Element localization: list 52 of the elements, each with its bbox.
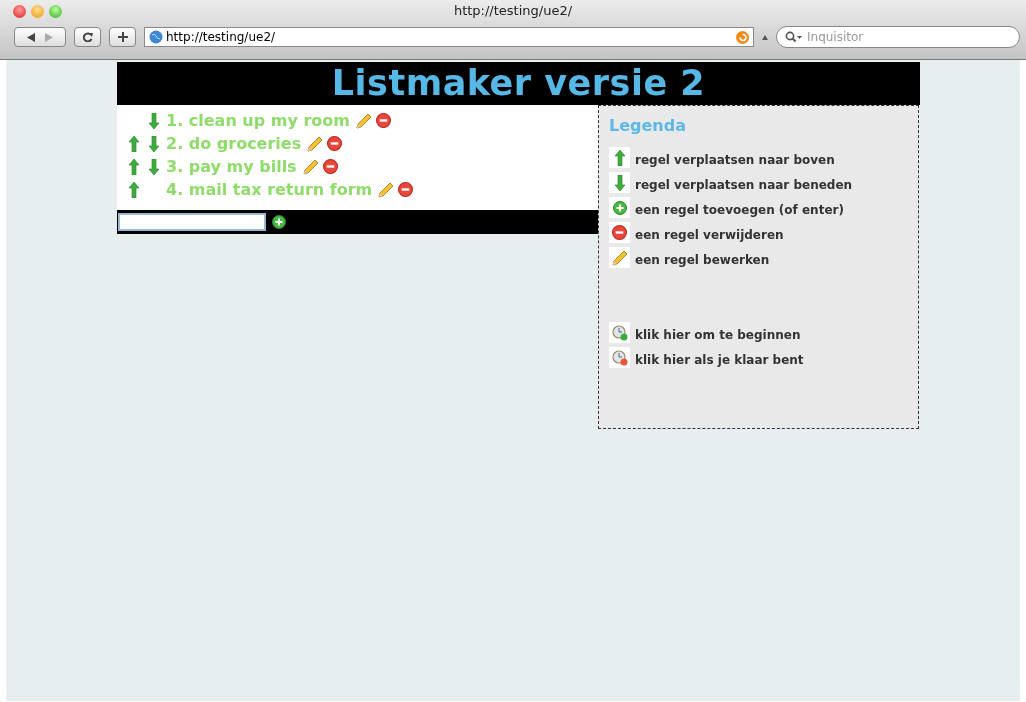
- up-arrow-icon: [614, 149, 625, 166]
- address-field[interactable]: http://testing/ue2/: [144, 27, 754, 47]
- list-item-text: 1. clean up my room: [166, 111, 350, 130]
- legend-text: een regel toevoegen (of enter): [635, 202, 844, 217]
- snapback-icon[interactable]: [736, 30, 749, 44]
- page-heading: Listmaker versie 2: [117, 62, 920, 105]
- reload-button[interactable]: [74, 27, 101, 47]
- globe-icon: [149, 30, 163, 44]
- legend-text: een regel bewerken: [635, 252, 770, 267]
- delete-icon: [322, 159, 338, 174]
- edit-icon: [302, 158, 319, 175]
- list-item-text: 3. pay my bills: [166, 157, 297, 176]
- delete-icon: [376, 113, 391, 128]
- down-arrow-icon[interactable]: [149, 135, 159, 152]
- back-forward-button[interactable]: [14, 27, 66, 47]
- search-field[interactable]: Inquisitor: [807, 30, 997, 44]
- window-title: http://testing/ue2/: [453, 3, 573, 18]
- list-item-text: 2. do groceries: [166, 134, 302, 153]
- new-item-field[interactable]: [118, 213, 266, 231]
- search-icon: [785, 31, 803, 43]
- delete-icon: [327, 136, 343, 151]
- up-arrow-icon[interactable]: [129, 158, 139, 175]
- list-item-text: 4. mail tax return form: [166, 180, 373, 199]
- pencil-icon: [611, 249, 628, 266]
- clock-start-icon: [611, 324, 628, 341]
- legend-text: klik hier als je klaar bent: [635, 352, 804, 367]
- resize-caret-icon: [762, 34, 768, 40]
- down-arrow-icon[interactable]: [149, 112, 159, 129]
- reload-icon: [82, 32, 93, 42]
- down-arrow-icon[interactable]: [149, 158, 159, 175]
- search-box[interactable]: Inquisitor: [776, 26, 1020, 48]
- close-button[interactable]: [13, 4, 26, 18]
- legend-text: regel verplaatsen naar beneden: [635, 177, 853, 192]
- legend-text: regel verplaatsen naar boven: [635, 152, 835, 167]
- down-arrow-icon: [614, 174, 625, 191]
- add-icon: [612, 200, 627, 215]
- zoom-button[interactable]: [49, 4, 62, 18]
- up-arrow-icon[interactable]: [129, 181, 139, 198]
- add-bookmark-button[interactable]: [109, 27, 136, 47]
- edit-icon: [356, 112, 372, 129]
- legend-title: Legenda: [609, 116, 687, 135]
- up-arrow-icon[interactable]: [129, 135, 139, 152]
- edit-icon: [307, 135, 324, 152]
- clock-stop-icon: [611, 349, 628, 366]
- delete-icon: [398, 182, 414, 197]
- legend-text: klik hier om te beginnen: [635, 327, 801, 342]
- plus-icon: [117, 32, 128, 42]
- legend-text: een regel verwijderen: [635, 227, 784, 242]
- edit-icon: [378, 181, 395, 198]
- remove-icon: [612, 225, 627, 240]
- forward-icon[interactable]: [45, 32, 53, 42]
- back-icon[interactable]: [27, 32, 35, 42]
